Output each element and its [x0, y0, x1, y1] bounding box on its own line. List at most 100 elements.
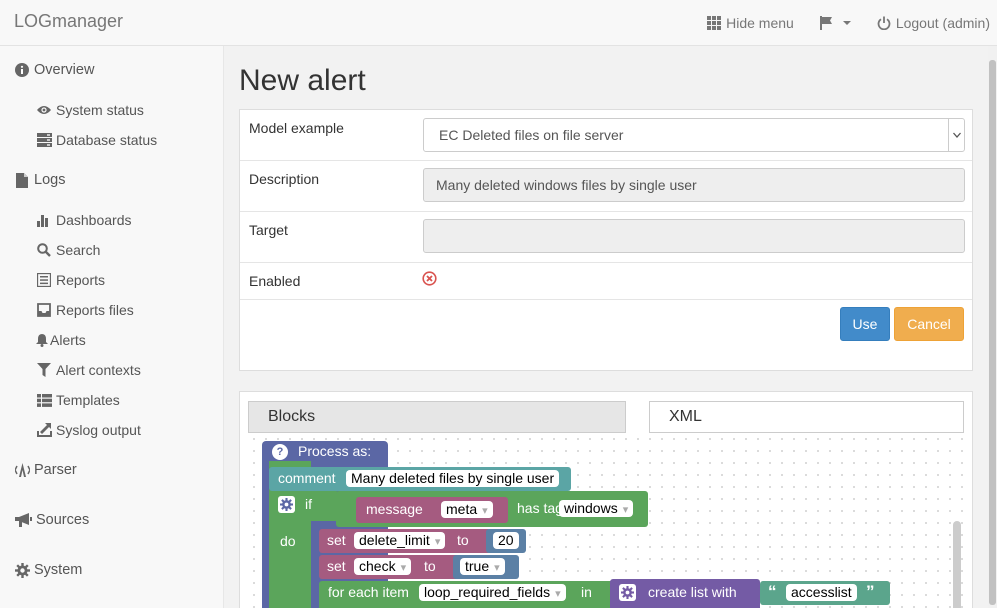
comment-block[interactable]: comment Many deleted files by single use… [269, 467, 571, 491]
grid-icon [707, 16, 722, 30]
sidebar-item-overview[interactable]: Overview [14, 62, 94, 78]
gear-icon[interactable] [278, 496, 295, 513]
navbar-actions: Hide menu Logout (admin) [681, 0, 990, 46]
set-label: set [327, 558, 346, 574]
bullhorn-icon [14, 512, 32, 528]
sidebar-item-database-status[interactable]: Database status [36, 132, 157, 148]
comment-text-field[interactable]: Many deleted files by single user [346, 470, 560, 487]
description-label: Description [249, 171, 320, 187]
model-example-select[interactable]: EC Deleted files on file server [423, 118, 965, 152]
sidebar-item-logs[interactable]: Logs [14, 172, 65, 188]
sidebar-item-label: Overview [34, 62, 95, 78]
sidebar-item-label: Logs [34, 172, 66, 188]
main-content: New alert Model example EC Deleted files… [225, 46, 988, 608]
message-meta-block[interactable]: message meta [356, 497, 508, 523]
create-list-block[interactable]: create list with [610, 579, 760, 608]
sidebar-item-dashboards[interactable]: Dashboards [36, 212, 132, 228]
file-icon [14, 172, 30, 188]
sidebar-item-reports[interactable]: Reports [36, 272, 105, 288]
sidebar-item-alert-contexts[interactable]: Alert contexts [36, 362, 141, 378]
eye-icon [36, 102, 52, 118]
tab-blocks[interactable]: Blocks [248, 401, 626, 433]
sidebar-item-label: Syslog output [56, 422, 141, 438]
help-icon[interactable]: ? [272, 444, 288, 460]
model-example-value: EC Deleted files on file server [439, 127, 624, 143]
list-alt-icon [36, 272, 52, 288]
power-icon [877, 16, 891, 30]
blockly-workspace[interactable]: ? Process as: do comment Many deleted fi… [248, 433, 964, 608]
sidebar-item-label: Search [56, 242, 101, 258]
sidebar-item-alerts[interactable]: Alerts [36, 332, 86, 348]
sidebar-item-sources[interactable]: Sources [14, 512, 89, 528]
info-icon [14, 62, 30, 78]
bar-chart-icon [36, 212, 52, 228]
message-label: message [366, 501, 423, 517]
if-block[interactable]: if [269, 491, 339, 521]
tab-xml[interactable]: XML [649, 401, 964, 433]
boolean-dropdown[interactable]: true [460, 558, 505, 575]
sidebar-item-label: System status [56, 102, 144, 118]
description-row: Description Many deleted windows files b… [240, 161, 972, 212]
meta-dropdown[interactable]: meta [441, 501, 493, 518]
enabled-row: Enabled [240, 263, 972, 300]
tower-icon [14, 462, 30, 478]
filter-icon [36, 362, 52, 378]
boolean-block[interactable]: true [453, 555, 519, 579]
target-field[interactable] [423, 219, 965, 253]
hide-menu-button[interactable]: Hide menu [707, 15, 794, 31]
check-dropdown[interactable]: check [354, 558, 412, 575]
flag-icon [819, 16, 832, 30]
sidebar-item-parser[interactable]: Parser [14, 462, 77, 478]
sidebar-item-label: Reports files [56, 302, 134, 318]
do-label: do [280, 533, 296, 549]
page-title: New alert [239, 64, 366, 97]
loop-variable-dropdown[interactable]: loop_required_fields [419, 584, 566, 601]
text-block[interactable]: “ accesslist ” [760, 581, 890, 605]
chevron-down-icon [948, 119, 964, 151]
text-value-field[interactable]: accesslist [786, 584, 857, 601]
comment-label: comment [278, 470, 336, 486]
sidebar: Overview System status Database status L… [0, 46, 224, 608]
gear-icon[interactable] [619, 584, 636, 601]
sidebar-item-templates[interactable]: Templates [36, 392, 120, 408]
target-label: Target [249, 222, 288, 238]
page-scrollbar[interactable] [988, 46, 997, 608]
for-each-block[interactable]: for each item loop_required_fields in [319, 581, 619, 608]
model-example-row: Model example EC Deleted files on file s… [240, 110, 972, 161]
sidebar-item-syslog-output[interactable]: Syslog output [36, 422, 141, 438]
number-block[interactable]: 20 [486, 529, 526, 553]
sidebar-item-system[interactable]: System [14, 562, 82, 578]
block-editor-panel: Blocks XML ? Process as: do comment Many… [239, 391, 973, 608]
sidebar-item-label: Alerts [50, 332, 86, 348]
logout-button[interactable]: Logout (admin) [877, 15, 990, 31]
disabled-status-icon[interactable] [422, 271, 437, 289]
for-each-label: for each item [328, 584, 409, 600]
in-label: in [581, 584, 592, 600]
scrollbar-thumb[interactable] [989, 60, 996, 605]
sidebar-item-label: Alert contexts [56, 362, 141, 378]
process-as-label: Process as: [298, 443, 372, 459]
sidebar-item-system-status[interactable]: System status [36, 102, 144, 118]
workspace-scrollbar[interactable] [953, 521, 961, 608]
cancel-button[interactable]: Cancel [894, 307, 964, 341]
chevron-down-icon [842, 21, 851, 25]
tag-dropdown[interactable]: windows [559, 500, 634, 517]
set-check-block[interactable]: set check to [319, 555, 459, 579]
set-label: set [327, 532, 346, 548]
create-list-label: create list with [648, 584, 737, 600]
search-icon [36, 242, 52, 258]
top-navbar: LOGmanager Hide menu Logout (admin) [0, 0, 997, 46]
logout-label: Logout (admin) [895, 15, 990, 31]
number-field[interactable]: 20 [493, 532, 519, 549]
delete-limit-dropdown[interactable]: delete_limit [354, 532, 446, 549]
sidebar-item-reports-files[interactable]: Reports files [36, 302, 134, 318]
sidebar-item-label: System [34, 562, 83, 578]
brand-logo[interactable]: LOGmanager [14, 11, 123, 32]
if-label: if [305, 496, 312, 512]
model-example-label: Model example [249, 120, 344, 136]
description-field[interactable]: Many deleted windows files by single use… [423, 168, 965, 202]
use-button[interactable]: Use [840, 307, 890, 341]
set-delete-limit-block[interactable]: set delete_limit to [319, 529, 491, 553]
language-dropdown[interactable] [819, 16, 851, 30]
sidebar-item-search[interactable]: Search [36, 242, 100, 258]
